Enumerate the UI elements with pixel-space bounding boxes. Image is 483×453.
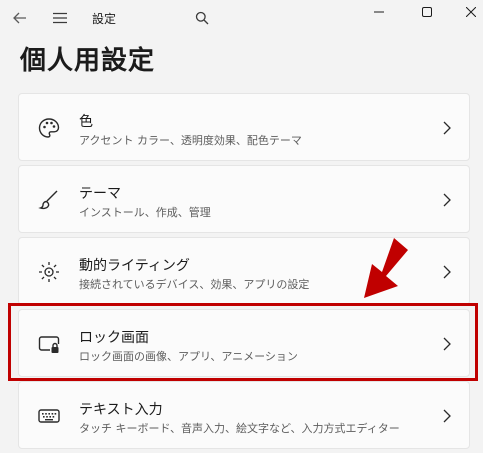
close-icon[interactable] bbox=[448, 0, 483, 24]
settings-item-subtitle: アクセント カラー、透明度効果、配色テーマ bbox=[79, 134, 302, 147]
lighting-icon bbox=[37, 260, 61, 284]
settings-item-title: ロック画面 bbox=[79, 330, 149, 346]
chevron-right-icon bbox=[441, 264, 453, 280]
palette-icon bbox=[37, 116, 61, 140]
chevron-right-icon bbox=[441, 408, 453, 424]
settings-item-subtitle: タッチ キーボード、音声入力、絵文字など、入力方式エディター bbox=[79, 422, 400, 435]
settings-item-title: 動的ライティング bbox=[79, 258, 190, 274]
settings-item-subtitle: インストール、作成、管理 bbox=[79, 206, 211, 219]
settings-item-title: 色 bbox=[79, 114, 93, 130]
chevron-right-icon bbox=[441, 120, 453, 136]
page-title: 個人用設定 bbox=[20, 46, 156, 76]
brush-icon bbox=[37, 188, 61, 212]
settings-item-subtitle: ロック画面の画像、アプリ、アニメーション bbox=[79, 350, 298, 363]
search-icon[interactable] bbox=[188, 4, 216, 32]
annotation-arrow-icon bbox=[356, 236, 416, 302]
back-arrow-icon[interactable] bbox=[6, 4, 34, 32]
keyboard-icon bbox=[37, 404, 61, 428]
settings-item-lock-screen[interactable]: ロック画面 ロック画面の画像、アプリ、アニメーション bbox=[18, 309, 470, 377]
settings-item-colors[interactable]: 色 アクセント カラー、透明度効果、配色テーマ bbox=[18, 93, 470, 161]
lock-screen-icon bbox=[37, 332, 61, 356]
settings-item-title: テキスト入力 bbox=[79, 402, 163, 418]
title-bar: 設定 bbox=[0, 0, 483, 36]
app-title: 設定 bbox=[92, 12, 117, 26]
chevron-right-icon bbox=[441, 336, 453, 352]
settings-item-text-input[interactable]: テキスト入力 タッチ キーボード、音声入力、絵文字など、入力方式エディター bbox=[18, 381, 470, 449]
minimize-icon[interactable] bbox=[356, 0, 402, 24]
settings-item-themes[interactable]: テーマ インストール、作成、管理 bbox=[18, 165, 470, 233]
settings-item-title: テーマ bbox=[79, 186, 121, 202]
chevron-right-icon bbox=[441, 192, 453, 208]
settings-item-subtitle: 接続されているデバイス、効果、アプリの設定 bbox=[79, 278, 310, 291]
hamburger-menu-icon[interactable] bbox=[46, 4, 74, 32]
maximize-icon[interactable] bbox=[404, 0, 450, 24]
